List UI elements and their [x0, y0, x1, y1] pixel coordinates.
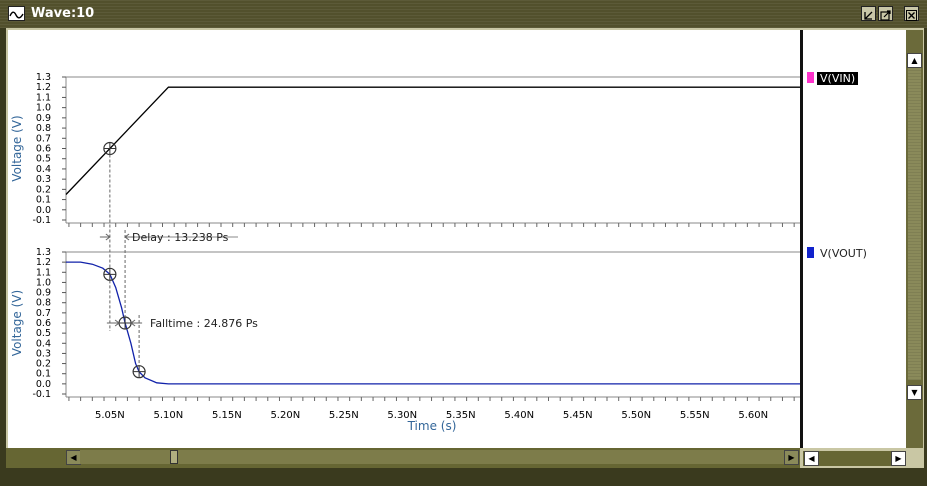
- falltime-measurement: Falltime : 24.876 Ps: [150, 317, 258, 330]
- close-icon[interactable]: [904, 6, 919, 21]
- scroll-left-icon[interactable]: ◀: [66, 450, 81, 465]
- delay-measurement: Delay : 13.238 Ps: [132, 231, 229, 244]
- y-axis-label: Voltage (V): [10, 115, 24, 181]
- x-axis-label: Time (s): [407, 419, 457, 433]
- measurement-marker: [103, 141, 117, 156]
- minimize-icon[interactable]: [861, 6, 876, 21]
- x-tick-label: 5.10N: [153, 410, 183, 421]
- maximize-icon[interactable]: [878, 6, 893, 21]
- window-title: Wave:10: [31, 6, 95, 21]
- x-tick-label: 5.40N: [504, 410, 534, 421]
- measurement-marker: [103, 267, 117, 281]
- scroll-down-icon[interactable]: ▼: [907, 385, 922, 400]
- y-tick-label: -0.1: [32, 215, 51, 226]
- legend-panel: [803, 30, 906, 448]
- legend-label: V(VOUT): [820, 247, 867, 260]
- measurement-marker: [132, 365, 146, 379]
- x-tick-label: 5.50N: [621, 410, 651, 421]
- horizontal-scroll-thumb[interactable]: [80, 450, 790, 464]
- waveform-chart[interactable]: 1.31.21.11.00.90.80.70.60.50.40.30.20.10…: [8, 30, 800, 448]
- title-bar[interactable]: Wave:10: [0, 0, 927, 28]
- scroll-up-icon[interactable]: ▲: [907, 53, 922, 68]
- legend-swatch: [807, 247, 814, 258]
- falltime-arrow: [130, 319, 143, 327]
- y-axis-label: Voltage (V): [10, 290, 24, 356]
- legend-label: V(VIN): [817, 72, 859, 85]
- falltime-arrow: [106, 319, 120, 327]
- x-tick-label: 5.60N: [738, 410, 768, 421]
- y-tick-label: -0.1: [32, 389, 51, 400]
- delay-arrow: [99, 233, 111, 241]
- legend-scroll-right-icon[interactable]: ▶: [891, 451, 906, 466]
- x-tick-label: 5.55N: [680, 410, 710, 421]
- legend-swatch: [807, 72, 814, 83]
- series-line: [65, 86, 800, 195]
- scroll-right-icon[interactable]: ▶: [784, 450, 799, 465]
- x-tick-label: 5.20N: [270, 410, 300, 421]
- waveform-icon: [8, 6, 25, 21]
- status-bar: [0, 468, 927, 486]
- measurement-marker: [118, 316, 132, 330]
- vertical-scroll-thumb[interactable]: [908, 68, 921, 380]
- x-tick-label: 5.25N: [329, 410, 359, 421]
- x-tick-label: 5.15N: [212, 410, 242, 421]
- x-tick-label: 5.45N: [563, 410, 593, 421]
- legend-scroll-left-icon[interactable]: ◀: [804, 451, 819, 466]
- x-tick-label: 5.05N: [95, 410, 125, 421]
- scroll-handle[interactable]: [170, 450, 178, 464]
